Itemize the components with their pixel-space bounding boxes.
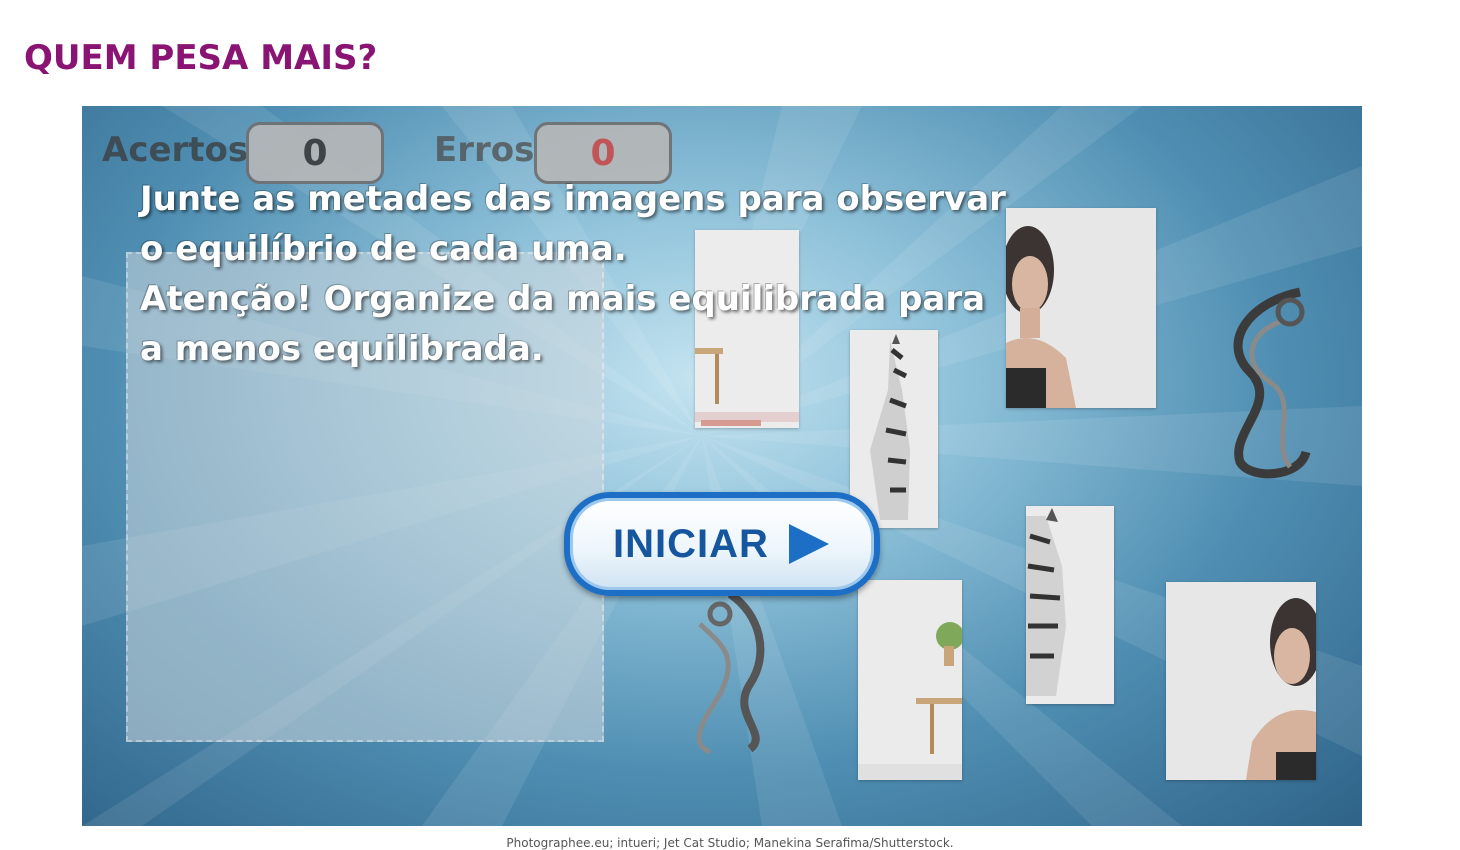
page-title: QUEM PESA MAIS?	[24, 38, 378, 78]
instruction-line: a menos equilibrada.	[140, 329, 544, 369]
knot-half-right-piece[interactable]	[1210, 282, 1316, 482]
chair-half-bottom-piece[interactable]	[858, 580, 962, 780]
play-icon	[788, 524, 829, 564]
start-button-label: INICIAR	[613, 521, 769, 566]
chair-icon	[858, 580, 962, 780]
hits-label: Acertos	[102, 130, 249, 170]
instruction-line: Junte as metades das imagens para observ…	[140, 179, 1006, 219]
image-credits: Photographee.eu; intueri; Jet Cat Studio…	[506, 836, 954, 850]
start-button[interactable]: INICIAR	[564, 492, 880, 596]
game-stage: Acertos 0 Erros 0 Junte as metades das i…	[82, 106, 1362, 826]
instruction-line: o equilíbrio de cada uma.	[140, 229, 627, 269]
woman-icon	[1166, 582, 1316, 780]
woman-half-right-piece[interactable]	[1166, 582, 1316, 780]
celtic-knot-icon	[1233, 287, 1311, 479]
errors-label: Erros	[434, 130, 535, 170]
knot-half-left-piece[interactable]	[680, 584, 778, 754]
zebra-half-left-piece[interactable]	[1026, 506, 1114, 704]
instructions-text: Junte as metades das imagens para observ…	[140, 174, 1040, 374]
zebra-icon	[1026, 506, 1114, 704]
celtic-knot-icon	[696, 590, 765, 754]
instruction-line: Atenção! Organize da mais equilibrada pa…	[140, 279, 986, 319]
